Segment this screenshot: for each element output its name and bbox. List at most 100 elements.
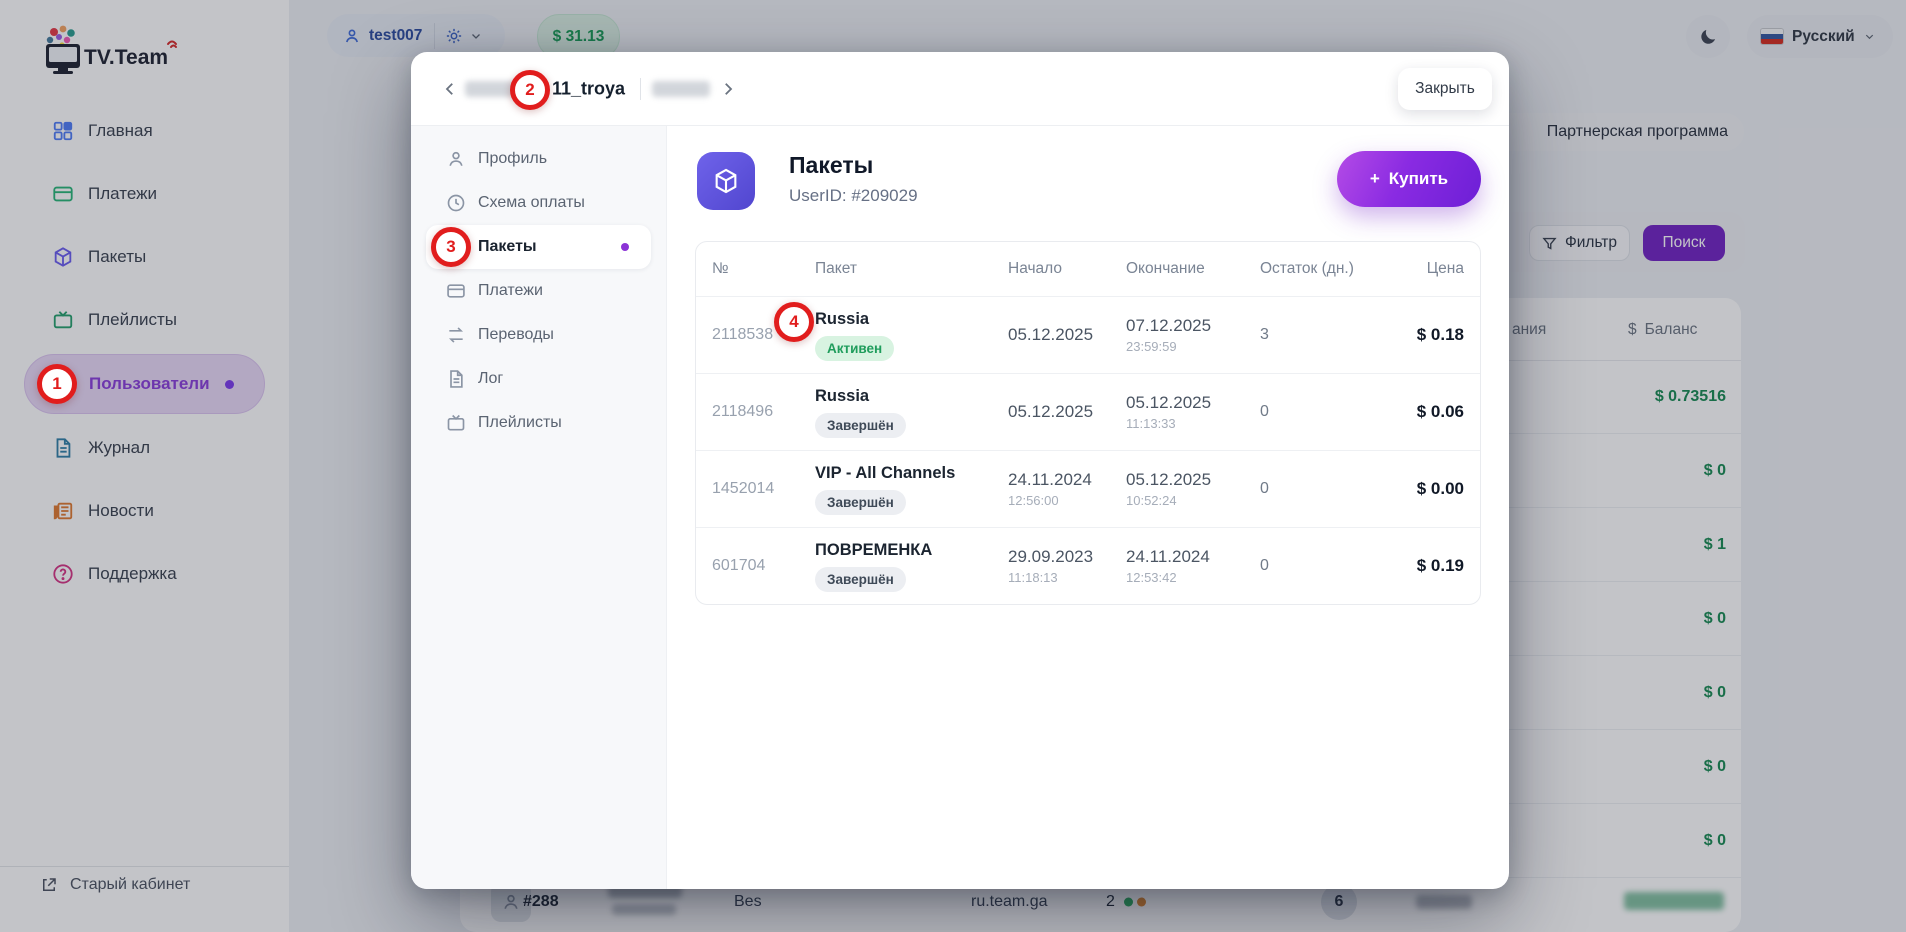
modal-tab-label: Профиль (478, 150, 547, 168)
package-no: 2118496 (712, 403, 815, 421)
start-date: 29.09.2023 (1008, 547, 1126, 567)
start-date: 24.11.2024 (1008, 470, 1126, 490)
modal-tab-label: Схема оплаты (478, 194, 585, 212)
end-cell: 05.12.2025 11:13:33 (1126, 393, 1260, 431)
end-cell: 07.12.2025 23:59:59 (1126, 316, 1260, 354)
package-name: Russia (815, 387, 1008, 406)
col-days: Остаток (дн.) (1260, 260, 1396, 278)
col-no: № (712, 260, 815, 278)
end-time: 10:52:24 (1126, 493, 1260, 508)
col-package: Пакет (815, 260, 1008, 278)
modal-tab-label: Плейлисты (478, 414, 562, 432)
col-price: Цена (1396, 260, 1464, 278)
app-screenshot: TV.Team Главная Платежи Пакеты Плейлисты (0, 0, 1906, 932)
end-cell: 24.11.2024 12:53:42 (1126, 547, 1260, 585)
close-label: Закрыть (1415, 80, 1475, 98)
start-cell: 24.11.2024 12:56:00 (1008, 470, 1126, 508)
annotation-marker-4: 4 (774, 302, 814, 342)
days-left: 0 (1260, 557, 1396, 575)
end-date: 07.12.2025 (1126, 316, 1260, 336)
transfer-icon (446, 325, 466, 345)
user-id-subtitle: UserID: #209029 (789, 186, 918, 206)
redacted-next-user (652, 81, 710, 97)
end-time: 11:13:33 (1126, 416, 1260, 431)
modal-tab-label: Пакеты (478, 238, 537, 256)
end-date: 05.12.2025 (1126, 393, 1260, 413)
start-cell: 29.09.2023 11:18:13 (1008, 547, 1126, 585)
price: $ 0.19 (1396, 556, 1464, 576)
packages-table-header: № Пакет Начало Окончание Остаток (дн.) Ц… (696, 242, 1480, 296)
modal-header: 11_troya Закрыть (411, 52, 1509, 126)
price: $ 0.18 (1396, 325, 1464, 345)
box-icon (712, 167, 740, 195)
start-time: 11:18:13 (1008, 570, 1126, 585)
package-cell: Russia Активен (815, 310, 1008, 361)
start-cell: 05.12.2025 (1008, 325, 1126, 345)
close-button[interactable]: Закрыть (1398, 68, 1492, 110)
modal-tab-log[interactable]: Лог (411, 357, 666, 401)
document-icon (446, 369, 466, 389)
price: $ 0.00 (1396, 479, 1464, 499)
package-cell: VIP - All Channels Завершён (815, 464, 1008, 515)
clock-icon (446, 193, 466, 213)
buy-button[interactable]: + Купить (1337, 151, 1481, 207)
package-name: Russia (815, 310, 1008, 329)
modal-tab-payment-scheme[interactable]: Схема оплаты (411, 181, 666, 225)
days-left: 0 (1260, 403, 1396, 421)
start-date: 05.12.2025 (1008, 325, 1126, 345)
modal-body: Профиль Схема оплаты Пакеты Платежи (411, 126, 1509, 889)
start-cell: 05.12.2025 (1008, 402, 1126, 422)
card-icon (446, 281, 466, 301)
end-time: 23:59:59 (1126, 339, 1260, 354)
col-end: Окончание (1126, 260, 1260, 278)
chevron-left-icon[interactable] (441, 80, 459, 98)
modal-tab-payments[interactable]: Платежи (411, 269, 666, 313)
nav-divider (640, 78, 641, 100)
status-badge: Завершён (815, 413, 906, 438)
page-title: Пакеты (789, 152, 873, 179)
price: $ 0.06 (1396, 402, 1464, 422)
days-left: 3 (1260, 326, 1396, 344)
package-no: 601704 (712, 557, 815, 575)
package-name: ПОВРЕМЕНКА (815, 541, 1008, 560)
chevron-right-icon[interactable] (719, 80, 737, 98)
status-badge: Завершён (815, 567, 906, 592)
package-name: VIP - All Channels (815, 464, 1008, 483)
start-time: 12:56:00 (1008, 493, 1126, 508)
packages-tile (697, 152, 755, 210)
package-cell: ПОВРЕМЕНКА Завершён (815, 541, 1008, 592)
package-cell: Russia Завершён (815, 387, 1008, 438)
buy-label: Купить (1389, 169, 1448, 189)
person-icon (446, 149, 466, 169)
plus-icon: + (1370, 169, 1380, 189)
active-dot (621, 243, 629, 251)
status-badge: Активен (815, 336, 894, 361)
annotation-marker-1: 1 (37, 364, 77, 404)
table-row: 2118538 Russia Активен 05.12.2025 07.12.… (696, 296, 1480, 373)
modal-tab-transfers[interactable]: Переводы (411, 313, 666, 357)
table-row: 601704 ПОВРЕМЕНКА Завершён 29.09.2023 11… (696, 527, 1480, 604)
end-date: 24.11.2024 (1126, 547, 1260, 567)
status-badge: Завершён (815, 490, 906, 515)
end-time: 12:53:42 (1126, 570, 1260, 585)
modal-user-title: 11_troya (552, 78, 625, 99)
package-no: 1452014 (712, 480, 815, 498)
modal-tab-playlists[interactable]: Плейлисты (411, 401, 666, 445)
end-date: 05.12.2025 (1126, 470, 1260, 490)
table-row: 2118496 Russia Завершён 05.12.2025 05.12… (696, 373, 1480, 450)
modal-tab-profile[interactable]: Профиль (411, 137, 666, 181)
table-row: 1452014 VIP - All Channels Завершён 24.1… (696, 450, 1480, 527)
tv-icon (446, 413, 466, 433)
start-date: 05.12.2025 (1008, 402, 1126, 422)
col-start: Начало (1008, 260, 1126, 278)
annotation-marker-2: 2 (510, 70, 550, 110)
modal-main: Пакеты UserID: #209029 + Купить № Пакет … (667, 126, 1509, 889)
user-details-modal: 11_troya Закрыть Профиль Схема оплаты Па… (411, 52, 1509, 889)
modal-tab-label: Переводы (478, 326, 554, 344)
modal-tab-label: Лог (478, 370, 503, 388)
annotation-marker-3: 3 (431, 227, 471, 267)
modal-tab-label: Платежи (478, 282, 543, 300)
packages-table: № Пакет Начало Окончание Остаток (дн.) Ц… (695, 241, 1481, 605)
days-left: 0 (1260, 480, 1396, 498)
end-cell: 05.12.2025 10:52:24 (1126, 470, 1260, 508)
